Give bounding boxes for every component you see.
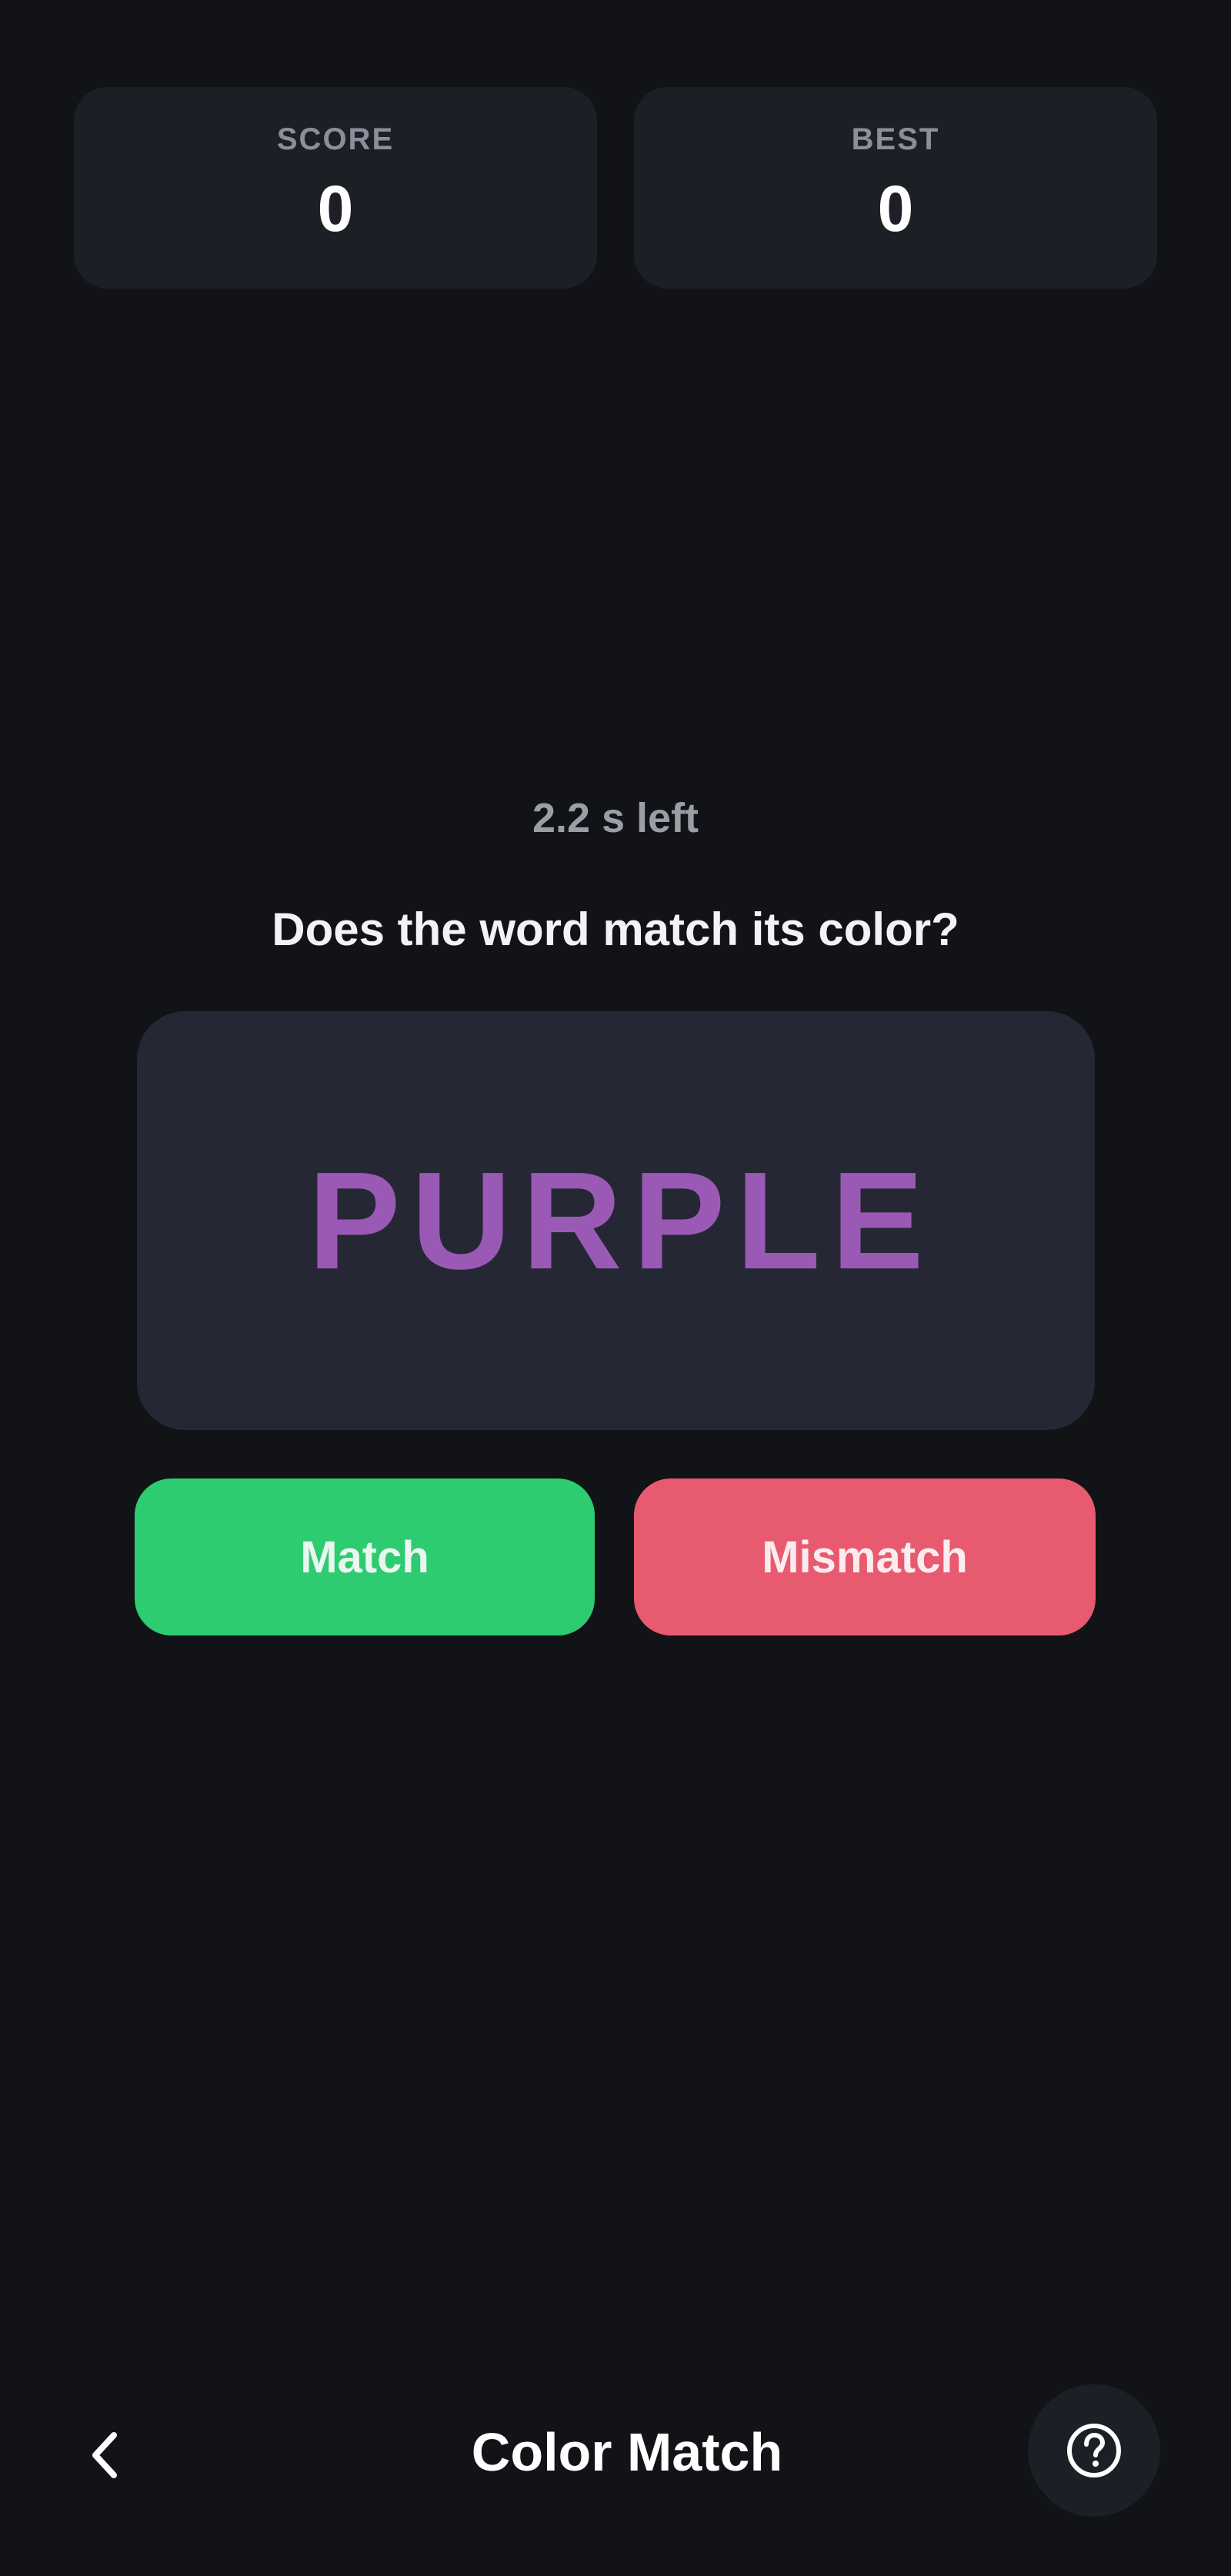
question-prompt: Does the word match its color?: [272, 904, 959, 955]
match-button[interactable]: Match: [135, 1478, 595, 1635]
mismatch-button[interactable]: Mismatch: [634, 1478, 1096, 1635]
color-word: PURPLE: [308, 1143, 935, 1298]
time-remaining: 2.2 s left: [532, 795, 699, 841]
help-circle-icon: [1067, 2424, 1121, 2477]
help-button[interactable]: [1028, 2384, 1160, 2517]
word-card: PURPLE: [137, 1011, 1095, 1430]
bottom-nav-bar: Color Match: [0, 2371, 1231, 2540]
score-card: SCORE 0: [74, 87, 597, 289]
score-label: SCORE: [276, 122, 395, 156]
best-score-label: BEST: [851, 122, 940, 156]
score-value: 0: [317, 172, 354, 245]
best-score-card: BEST 0: [634, 87, 1157, 289]
best-score-value: 0: [877, 172, 914, 245]
